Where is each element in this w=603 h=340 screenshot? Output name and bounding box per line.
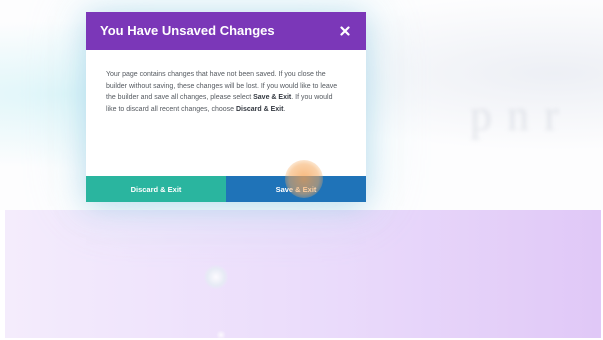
message-end: .	[283, 105, 286, 113]
glow-dot-small	[216, 330, 226, 340]
close-icon[interactable]	[334, 20, 356, 42]
blurred-background-heading: p n r	[470, 91, 561, 140]
save-and-exit-button[interactable]: Save & Exit	[226, 176, 366, 202]
glow-dot	[204, 265, 228, 289]
save-button-label: Save & Exit	[275, 184, 317, 194]
unsaved-changes-dialog: You Have Unsaved Changes Your page conta…	[86, 12, 366, 202]
dialog-message: Your page contains changes that have not…	[106, 69, 344, 115]
discard-button-label: Discard & Exit	[130, 184, 182, 194]
dialog-footer: Discard & Exit Save & Exit	[86, 176, 366, 202]
dialog-title: You Have Unsaved Changes	[100, 23, 275, 38]
message-save-emphasis: Save & Exit	[253, 94, 292, 102]
message-discard-emphasis: Discard & Exit	[235, 105, 284, 113]
dialog-header: You Have Unsaved Changes	[86, 12, 366, 50]
discard-and-exit-button[interactable]: Discard & Exit	[86, 176, 226, 202]
purple-section-band	[5, 210, 601, 338]
